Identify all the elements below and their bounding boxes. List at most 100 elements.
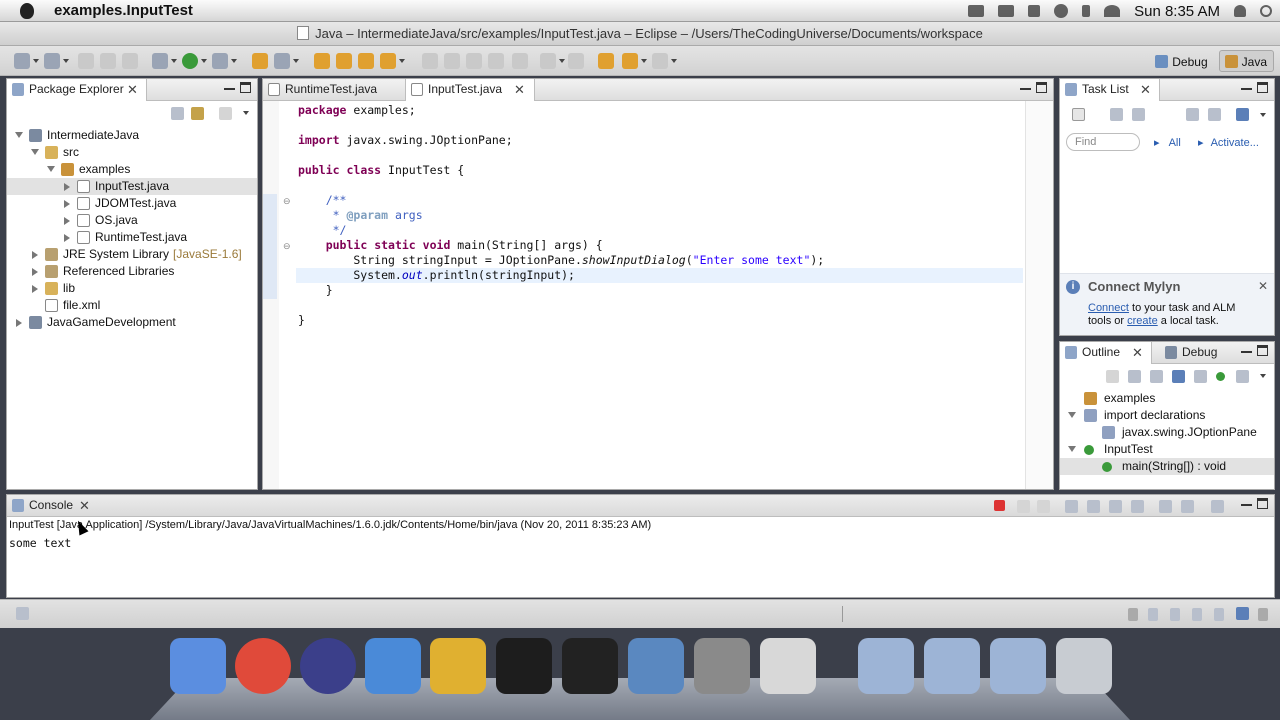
tree-item[interactable]: src xyxy=(7,144,257,161)
synchronize-icon[interactable] xyxy=(1236,108,1249,121)
hide-fields-icon[interactable] xyxy=(1172,370,1185,383)
spotlight-icon[interactable] xyxy=(1260,5,1272,17)
tab-inputtest[interactable]: InputTest.java ✕ xyxy=(405,79,535,101)
scheduled-icon[interactable] xyxy=(1132,108,1145,121)
code-editor[interactable]: package examples; import javax.swing.JOpt… xyxy=(296,101,1023,489)
dashcode-icon[interactable] xyxy=(430,638,486,694)
code-line[interactable] xyxy=(296,148,1023,163)
hide-nonpublic-icon[interactable] xyxy=(1216,372,1225,381)
minimize-icon[interactable] xyxy=(1241,82,1252,90)
status-icon[interactable] xyxy=(1192,608,1202,621)
show-stdout-icon[interactable] xyxy=(1109,500,1122,513)
tab-package-explorer[interactable]: Package Explorer ✕ xyxy=(7,79,147,101)
minimize-icon[interactable] xyxy=(1241,345,1252,353)
run-icon[interactable] xyxy=(182,53,198,69)
maximize-icon[interactable] xyxy=(1257,345,1268,356)
console-output[interactable]: some text xyxy=(9,536,71,550)
activity-monitor-icon[interactable] xyxy=(496,638,552,694)
new-java-project-icon[interactable] xyxy=(252,53,268,69)
expand-arrow-icon[interactable] xyxy=(64,200,70,208)
terminate-icon[interactable] xyxy=(994,500,1005,511)
categorized-icon[interactable] xyxy=(1110,108,1123,121)
expand-arrow-icon[interactable] xyxy=(64,217,70,225)
maximize-icon[interactable] xyxy=(1257,498,1268,509)
camera-icon[interactable] xyxy=(968,5,985,17)
collapse-all-icon[interactable] xyxy=(1128,370,1141,383)
maximize-icon[interactable] xyxy=(1036,82,1047,93)
downloads-folder-icon[interactable] xyxy=(990,638,1046,694)
collapse-all-icon[interactable] xyxy=(171,107,184,120)
tree-item[interactable]: JDOMTest.java xyxy=(7,195,257,212)
bluetooth-icon[interactable] xyxy=(1082,5,1091,17)
user-icon[interactable] xyxy=(1234,5,1246,17)
clock[interactable]: Sun 8:35 AM xyxy=(1134,3,1220,20)
minimize-icon[interactable] xyxy=(224,82,235,90)
external-tools-icon[interactable] xyxy=(212,53,228,69)
clear-console-icon[interactable] xyxy=(1065,500,1078,513)
fold-collapse-icon[interactable]: ⊖ xyxy=(283,196,291,207)
close-icon[interactable]: ✕ xyxy=(1132,342,1143,363)
expand-arrow-icon[interactable] xyxy=(64,183,70,191)
tab-debug[interactable]: Debug xyxy=(1160,342,1240,364)
applications-folder-icon[interactable] xyxy=(858,638,914,694)
expand-arrow-icon[interactable] xyxy=(64,234,70,242)
system-preferences-icon[interactable] xyxy=(694,638,750,694)
tree-item[interactable]: InputTest.java xyxy=(7,178,257,195)
code-line[interactable]: /** xyxy=(296,193,1023,208)
hide-completed-icon[interactable] xyxy=(1186,108,1199,121)
code-line[interactable]: public class InputTest { xyxy=(296,163,1023,178)
code-line[interactable] xyxy=(296,118,1023,133)
code-line[interactable]: } xyxy=(296,313,1023,328)
minimize-icon[interactable] xyxy=(1020,82,1031,90)
close-icon[interactable]: ✕ xyxy=(127,79,138,100)
tree-item[interactable]: JavaGameDevelopment xyxy=(7,314,257,331)
collapse-arrow-icon[interactable] xyxy=(47,166,55,172)
expand-arrow-icon[interactable] xyxy=(32,268,38,276)
new-task-icon[interactable] xyxy=(1072,108,1085,121)
hide-static-icon[interactable] xyxy=(1194,370,1207,383)
close-icon[interactable]: ✕ xyxy=(79,495,90,516)
collapse-arrow-icon[interactable] xyxy=(31,149,39,155)
tree-item[interactable]: RuntimeTest.java xyxy=(7,229,257,246)
close-icon[interactable]: ✕ xyxy=(1258,279,1268,293)
volume-icon[interactable] xyxy=(1028,5,1041,17)
collapse-arrow-icon[interactable] xyxy=(1068,446,1076,452)
status-icon[interactable] xyxy=(1128,608,1138,621)
tree-item[interactable]: OS.java xyxy=(7,212,257,229)
open-task-icon[interactable] xyxy=(336,53,352,69)
view-menu-icon[interactable] xyxy=(1260,374,1266,378)
view-menu-icon[interactable] xyxy=(1260,113,1266,117)
collapse-arrow-icon[interactable] xyxy=(15,132,23,138)
activate-task-link[interactable]: ▸ Activate... xyxy=(1198,136,1259,149)
outline-item[interactable]: import declarations xyxy=(1060,407,1274,424)
show-stderr-icon[interactable] xyxy=(1131,500,1144,513)
pin-icon[interactable] xyxy=(380,53,396,69)
console-fast-view-icon[interactable] xyxy=(1236,607,1249,620)
maximize-icon[interactable] xyxy=(1257,82,1268,93)
expand-arrow-icon[interactable] xyxy=(32,285,38,293)
new-icon[interactable] xyxy=(14,53,30,69)
tab-task-list[interactable]: Task List ✕ xyxy=(1060,79,1160,101)
finder-icon[interactable] xyxy=(170,638,226,694)
collapse-all-icon[interactable] xyxy=(1208,108,1221,121)
open-console-icon[interactable] xyxy=(1211,500,1224,513)
perspective-java[interactable]: Java xyxy=(1218,50,1274,72)
create-link[interactable]: create xyxy=(1127,315,1158,327)
task-find-input[interactable]: Find xyxy=(1066,133,1140,151)
pin-console-icon[interactable] xyxy=(1159,500,1172,513)
close-icon[interactable]: ✕ xyxy=(1140,79,1151,100)
outline-item[interactable]: InputTest xyxy=(1060,441,1274,458)
code-line[interactable] xyxy=(296,178,1023,193)
search-icon[interactable] xyxy=(358,53,374,69)
time-machine-icon[interactable] xyxy=(1054,4,1069,18)
expand-arrow-icon[interactable] xyxy=(16,319,22,327)
tree-item[interactable]: IntermediateJava xyxy=(7,127,257,144)
display-icon[interactable] xyxy=(998,5,1015,17)
tree-item[interactable]: examples xyxy=(7,161,257,178)
tab-runtimetest[interactable]: RuntimeTest.java xyxy=(263,79,403,101)
outline-item[interactable]: examples xyxy=(1060,390,1274,407)
code-line[interactable]: * @param args xyxy=(296,208,1023,223)
collapse-arrow-icon[interactable] xyxy=(1068,412,1076,418)
status-icon[interactable] xyxy=(1258,608,1268,621)
tab-outline[interactable]: Outline ✕ xyxy=(1060,342,1152,364)
